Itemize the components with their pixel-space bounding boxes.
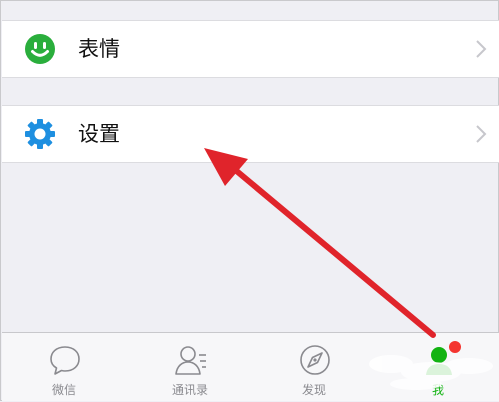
tab-label: 通讯录: [171, 383, 208, 397]
chat-bubble-icon: [50, 346, 80, 375]
screen-frame: 表情 设置 微信 通讯录 发现 我: [0, 0, 499, 401]
compass-icon: [300, 345, 330, 375]
menu-item-label: 表情: [78, 37, 120, 61]
tab-discover[interactable]: 发现: [252, 333, 376, 401]
tab-contacts[interactable]: 通讯录: [128, 333, 252, 401]
menu-item-settings[interactable]: 设置: [2, 105, 499, 163]
chevron-right-icon: [476, 125, 487, 143]
tab-label: 微信: [51, 383, 76, 397]
watermark-logo: [369, 355, 493, 390]
tab-label: 发现: [301, 383, 326, 397]
gear-icon: [25, 119, 55, 149]
menu-item-label: 设置: [78, 122, 120, 146]
smiley-icon: [25, 34, 55, 64]
chevron-right-icon: [476, 40, 487, 58]
tab-chats[interactable]: 微信: [2, 333, 126, 401]
contacts-icon: [175, 346, 206, 375]
menu-item-emoji[interactable]: 表情: [2, 20, 499, 78]
